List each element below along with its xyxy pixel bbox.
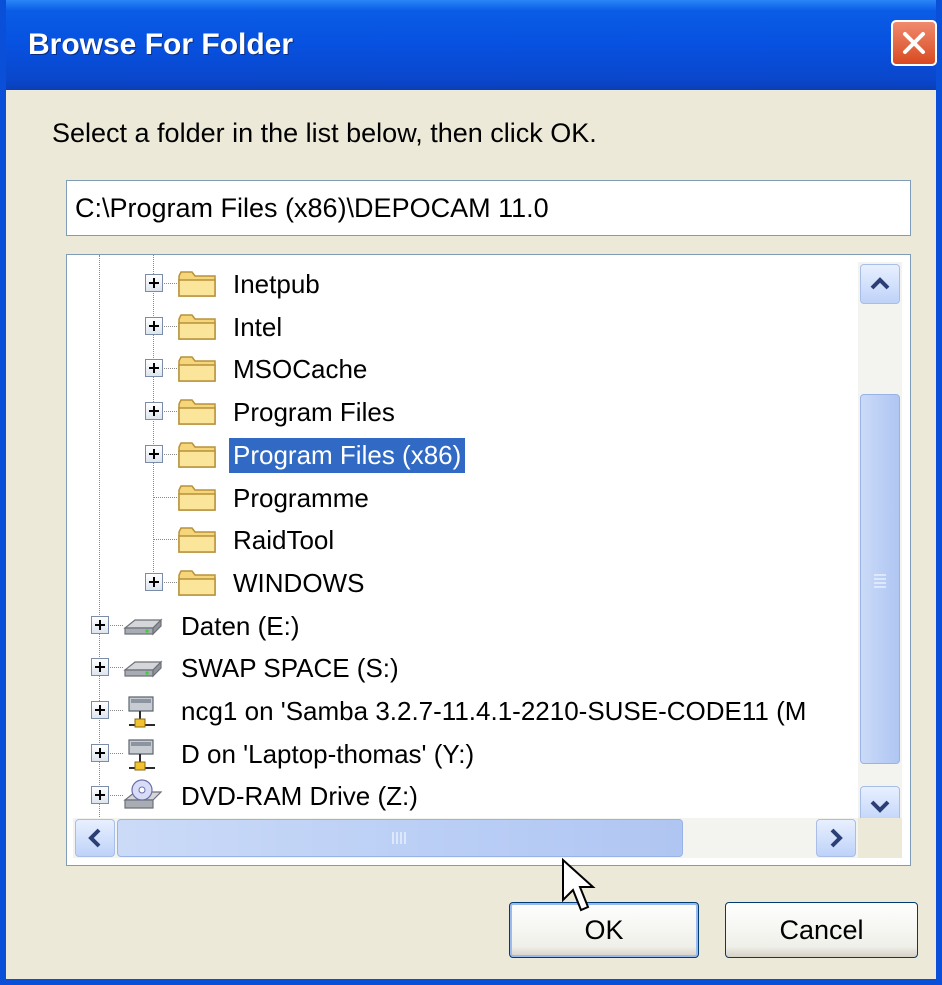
tree-item-label: RaidTool: [233, 525, 335, 556]
scroll-right-button[interactable]: [816, 819, 856, 857]
selected-item-label: Program Files (x86): [229, 437, 466, 473]
close-button[interactable]: [891, 20, 937, 66]
folder-icon: [178, 527, 216, 553]
hard-drive-icon: [123, 618, 163, 636]
scroll-left-button[interactable]: [75, 819, 115, 857]
tree-item[interactable]: Inetpub: [67, 263, 857, 305]
tree-item-label: Intel: [233, 311, 283, 342]
tree-item[interactable]: D on 'Laptop-thomas' (Y:): [67, 733, 857, 775]
expand-toggle-icon[interactable]: [91, 743, 109, 762]
ok-button[interactable]: OK: [509, 902, 699, 958]
folder-icon: [178, 356, 216, 383]
browse-for-folder-dialog: Browse For Folder Select a folder in the…: [0, 0, 942, 985]
folder-icon: [178, 313, 216, 340]
folder-icon: [178, 442, 216, 468]
tree-item[interactable]: RaidTool: [67, 519, 857, 561]
tree-item-label: Program Files: [233, 397, 395, 428]
chevron-left-icon: [88, 828, 101, 848]
horizontal-scroll-thumb[interactable]: [117, 819, 683, 857]
dvd-drive-icon: [123, 779, 163, 809]
cancel-button[interactable]: Cancel: [725, 902, 918, 958]
chevron-up-icon: [870, 277, 890, 290]
folder-icon: [178, 399, 216, 425]
expand-toggle-icon[interactable]: [145, 572, 163, 591]
expand-toggle-icon[interactable]: [145, 274, 163, 292]
close-icon: [903, 32, 925, 54]
grip-icon: [874, 574, 886, 588]
tree-item-label: Inetpub: [233, 269, 320, 299]
tree-item[interactable]: Program Files: [67, 391, 857, 433]
horizontal-scrollbar[interactable]: [73, 818, 858, 858]
mouse-cursor-icon: [562, 858, 596, 912]
tree-item-label: Daten (E:): [181, 610, 300, 641]
vertical-scrollbar[interactable]: [858, 262, 902, 828]
tree-item[interactable]: Program Files (x86): [67, 434, 857, 476]
folder-icon: [178, 271, 216, 297]
network-drive-icon: [128, 696, 155, 728]
expand-toggle-icon[interactable]: [145, 316, 163, 335]
tree-item-label: SWAP SPACE (S:): [181, 653, 399, 684]
scroll-up-button[interactable]: [860, 264, 900, 304]
tree-line: [153, 539, 177, 541]
instruction-text: Select a folder in the list below, then …: [52, 118, 597, 148]
tree-item[interactable]: Daten (E:): [67, 605, 857, 647]
title-bar[interactable]: Browse For Folder: [6, 0, 937, 90]
tree-item-label: MSOCache: [233, 354, 368, 385]
tree-item[interactable]: WINDOWS: [67, 562, 857, 604]
folder-icon: [178, 570, 216, 596]
tree-item-label: D on 'Laptop-thomas' (Y:): [181, 738, 475, 769]
tree-item[interactable]: MSOCache: [67, 348, 857, 390]
expand-toggle-icon[interactable]: [91, 701, 109, 719]
expand-toggle-icon[interactable]: [145, 359, 163, 378]
expand-toggle-icon[interactable]: [91, 615, 109, 634]
folder-path-field[interactable]: [66, 180, 911, 236]
expand-toggle-icon[interactable]: [91, 658, 109, 677]
grip-icon: [392, 832, 406, 844]
folder-icon: [178, 484, 216, 511]
tree-item[interactable]: Programme: [67, 477, 857, 519]
expand-toggle-icon[interactable]: [145, 402, 163, 421]
folder-tree[interactable]: Inetpub Intel MSOCache Program Files Program…: [66, 254, 911, 866]
tree-item-label: Programme: [233, 482, 369, 513]
tree-line: [153, 496, 177, 498]
tree-item-label: DVD-RAM Drive (Z:): [181, 781, 418, 812]
tree-item[interactable]: Intel: [67, 306, 857, 348]
chevron-right-icon: [830, 828, 843, 848]
scrollbar-corner: [858, 818, 902, 858]
tree-item-label: ncg1 on 'Samba 3.2.7-11.4.1-2210-SUSE-CO…: [181, 696, 807, 726]
vertical-scroll-thumb[interactable]: [860, 394, 900, 764]
expand-toggle-icon[interactable]: [91, 786, 109, 805]
tree-item[interactable]: DVD-RAM Drive (Z:): [67, 775, 857, 817]
tree-item-label: WINDOWS: [233, 567, 365, 598]
hard-drive-icon: [123, 660, 163, 678]
expand-toggle-icon[interactable]: [145, 444, 163, 463]
network-drive-icon: [128, 739, 155, 771]
tree-item[interactable]: ncg1 on 'Samba 3.2.7-11.4.1-2210-SUSE-CO…: [67, 690, 857, 732]
dialog-title: Browse For Folder: [28, 28, 294, 61]
tree-item[interactable]: SWAP SPACE (S:): [67, 647, 857, 689]
